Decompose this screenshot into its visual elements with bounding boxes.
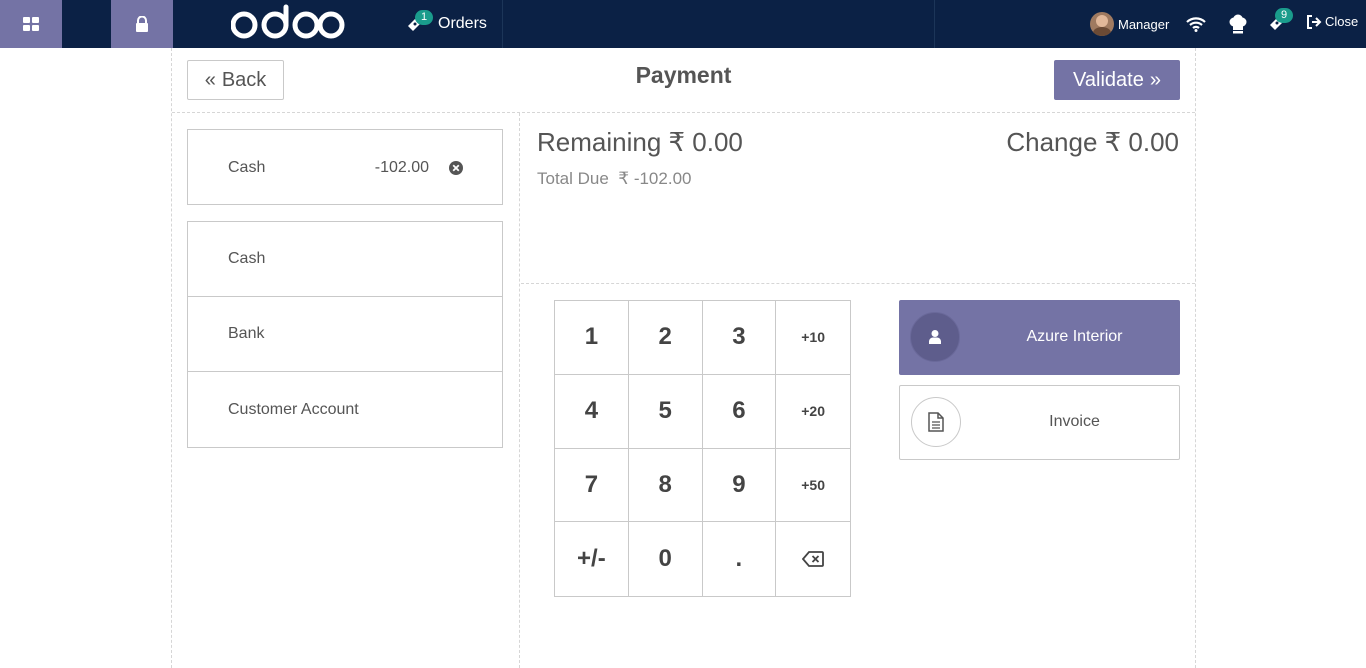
- numpad: 1 2 3 +10 4 5 6 +20 7 8 9 +50 +/- 0 .: [554, 300, 851, 597]
- backspace-icon: [802, 551, 825, 568]
- invoice-icon-circle: [911, 397, 961, 447]
- lock-icon: [136, 16, 148, 32]
- numpad-key-3[interactable]: 3: [702, 301, 777, 375]
- numpad-key-plus-50[interactable]: +50: [776, 448, 850, 523]
- close-label: Close: [1325, 14, 1359, 29]
- invoice-button[interactable]: Invoice: [899, 385, 1180, 460]
- numpad-key-plus-minus[interactable]: +/-: [555, 522, 629, 596]
- odoo-logo: [231, 4, 345, 39]
- total-due: Total Due ₹ -102.00: [537, 169, 691, 189]
- page-title: Payment: [635, 62, 732, 88]
- numpad-key-6[interactable]: 6: [702, 374, 777, 449]
- change-amount: Change ₹ 0.00: [1006, 127, 1179, 157]
- validate-button[interactable]: Validate »: [1054, 60, 1180, 100]
- user-menu[interactable]: Manager: [1090, 12, 1169, 36]
- double-chevron-right-icon: »: [1149, 68, 1161, 91]
- numpad-key-4[interactable]: 4: [555, 374, 629, 449]
- payment-screen: « Back Payment Validate » Cash -102.00 C…: [171, 48, 1196, 668]
- invoice-label: Invoice: [1049, 413, 1100, 430]
- topbar-divider: [934, 0, 935, 48]
- customer-avatar: [910, 312, 960, 362]
- numpad-key-1[interactable]: 1: [555, 301, 629, 375]
- payment-line-amount: -102.00: [374, 159, 429, 176]
- payment-method-customer-account[interactable]: Customer Account: [188, 372, 502, 447]
- payment-line-method: Cash: [228, 159, 266, 176]
- orders-button[interactable]: 1 Orders: [403, 0, 503, 48]
- remove-payment-icon[interactable]: [448, 160, 464, 176]
- payment-header: « Back Payment Validate »: [172, 48, 1195, 113]
- orders-count-badge: 1: [415, 10, 434, 25]
- customer-button[interactable]: Azure Interior: [899, 300, 1180, 375]
- numpad-key-7[interactable]: 7: [555, 448, 629, 523]
- numpad-key-2[interactable]: 2: [628, 301, 703, 375]
- total-due-label: Total Due: [537, 169, 609, 188]
- numpad-key-backspace[interactable]: [776, 522, 850, 596]
- numpad-key-0[interactable]: 0: [628, 522, 703, 596]
- numpad-key-5[interactable]: 5: [628, 374, 703, 449]
- total-due-value: ₹ -102.00: [618, 169, 692, 188]
- numpad-key-9[interactable]: 9: [702, 448, 777, 523]
- menu-button[interactable]: [0, 0, 62, 48]
- sign-out-icon: [1307, 14, 1322, 29]
- chef-hat-icon: [1229, 14, 1247, 34]
- payment-method-bank[interactable]: Bank: [188, 297, 502, 372]
- numpad-key-plus-10[interactable]: +10: [776, 301, 850, 375]
- avatar: [1090, 12, 1114, 36]
- numpad-key-decimal[interactable]: .: [702, 522, 777, 596]
- payment-method-cash[interactable]: Cash: [188, 222, 502, 297]
- remaining-amount: Remaining ₹ 0.00: [537, 127, 743, 157]
- validate-label: Validate: [1073, 68, 1144, 91]
- customer-name: Azure Interior: [1026, 328, 1123, 345]
- payment-methods-list: Cash Bank Customer Account: [187, 221, 503, 448]
- user-name: Manager: [1118, 16, 1170, 32]
- pos-topbar: 1 Orders Manager 9 Close: [0, 0, 1366, 48]
- numpad-key-plus-20[interactable]: +20: [776, 374, 850, 449]
- file-text-icon: [928, 412, 944, 432]
- apps-grid-icon: [23, 17, 39, 31]
- user-icon: [929, 330, 941, 344]
- close-button[interactable]: Close: [1306, 14, 1358, 29]
- payment-summary: Remaining ₹ 0.00 Change ₹ 0.00 Total Due…: [521, 113, 1195, 284]
- payment-line[interactable]: Cash -102.00: [187, 129, 503, 205]
- tickets-count-badge: 9: [1275, 8, 1294, 23]
- wifi-icon: [1186, 17, 1206, 32]
- lock-button[interactable]: [111, 0, 173, 48]
- orders-label: Orders: [438, 15, 487, 32]
- payment-left-panel: Cash -102.00 Cash Bank Customer Account: [172, 113, 520, 668]
- kitchen-button[interactable]: [1226, 12, 1250, 36]
- network-status[interactable]: [1184, 12, 1208, 36]
- numpad-key-8[interactable]: 8: [628, 448, 703, 523]
